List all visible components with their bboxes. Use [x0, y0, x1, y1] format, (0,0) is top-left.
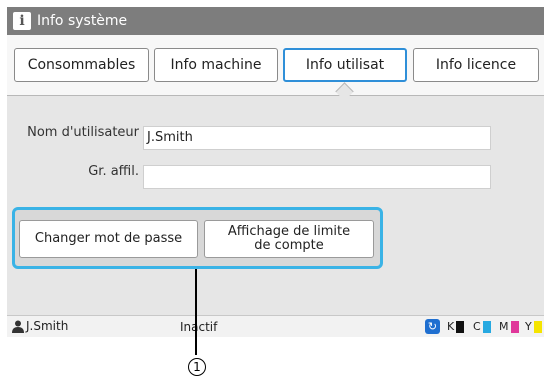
tab-info-machine[interactable]: Info machine [154, 48, 278, 82]
tab-label: Info utilisat [305, 57, 385, 73]
tab-info-utilisateur[interactable]: Info utilisat [283, 48, 407, 82]
ink-level-bar [510, 320, 519, 333]
status-bar: J.Smith Inactif ↻ K C M Y [7, 315, 544, 337]
ink-label: K [447, 320, 455, 333]
user-icon [12, 320, 24, 333]
info-icon: i [13, 12, 31, 30]
change-password-button[interactable]: Changer mot de passe [19, 220, 198, 258]
ink-y: Y [525, 320, 542, 333]
button-label: Changer mot de passe [34, 231, 183, 246]
ink-label: C [473, 320, 481, 333]
callout-number: 1 [188, 358, 206, 376]
ink-c: C [473, 320, 491, 333]
group-label: Gr. affil. [88, 164, 139, 179]
ink-level-bar [456, 320, 465, 333]
status-user: J.Smith [26, 319, 69, 333]
group-field[interactable] [143, 165, 491, 189]
tab-label: Info machine [170, 57, 262, 73]
ink-k: K [447, 320, 465, 333]
tab-bar: Consommables Info machine Info utilisat … [7, 35, 544, 96]
tab-label: Info licence [435, 57, 517, 73]
tab-label: Consommables [27, 57, 136, 73]
username-label: Nom d'utilisateur [27, 125, 139, 140]
account-limit-button[interactable]: Affichage de limite de compte [204, 220, 374, 258]
button-label-line1: Affichage de limite [227, 224, 351, 239]
callout-line [195, 269, 197, 355]
account-buttons-group: Changer mot de passe Affichage de limite… [12, 207, 383, 269]
ink-level-bar [482, 320, 491, 333]
status-state: Inactif [180, 320, 218, 334]
button-label-line2: de compte [254, 238, 324, 253]
ink-label: Y [525, 320, 532, 333]
username-field[interactable]: J.Smith [143, 126, 491, 150]
screen: i Info système Consommables Info machine… [7, 7, 544, 337]
tab-consommables[interactable]: Consommables [14, 48, 149, 82]
ink-label: M [499, 320, 509, 333]
tab-info-licence[interactable]: Info licence [413, 48, 539, 82]
sync-icon[interactable]: ↻ [425, 319, 440, 334]
window-title: Info système [37, 13, 128, 29]
ink-level-bar [533, 320, 542, 333]
title-bar: i Info système [7, 7, 544, 35]
ink-m: M [499, 320, 519, 333]
